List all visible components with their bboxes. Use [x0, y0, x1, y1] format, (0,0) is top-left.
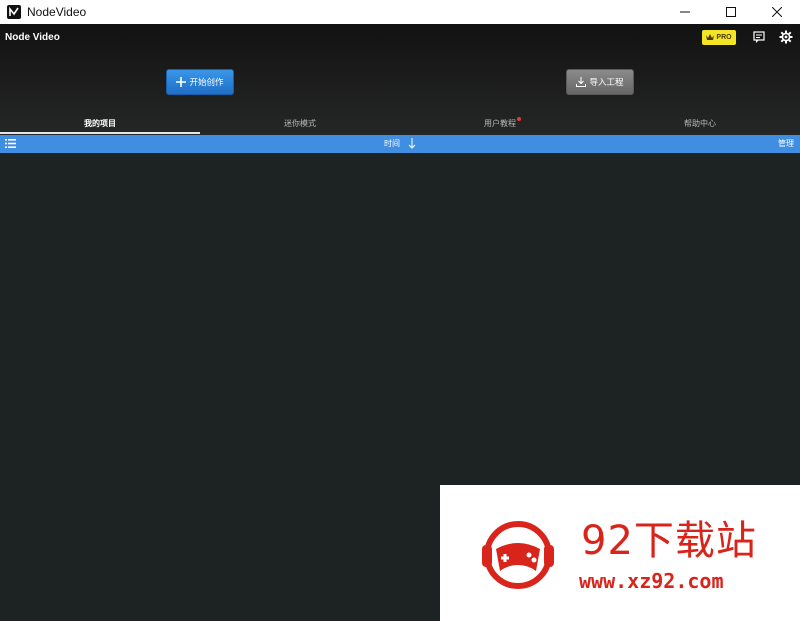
pro-button[interactable]: PRO — [702, 30, 736, 45]
tab-help-center-label: 帮助中心 — [684, 118, 716, 128]
app-logo-icon — [7, 5, 21, 19]
window-title: NodeVideo — [27, 5, 87, 19]
watermark-title: 92下载站 — [581, 518, 757, 564]
watermark-url: www.xz92.com — [579, 569, 724, 593]
import-project-label: 导入工程 — [589, 78, 624, 88]
tab-user-tutorial-label: 用户教程 — [484, 118, 516, 128]
tab-my-projects-label: 我的项目 — [84, 118, 116, 128]
tab-mini-mode-label: 迷你模式 — [284, 118, 316, 128]
manage-button[interactable]: 管理 — [778, 138, 794, 149]
minimize-icon — [680, 11, 690, 13]
maximize-icon — [726, 7, 736, 17]
pro-label: PRO — [716, 34, 732, 41]
sort-by-time[interactable]: 时间 — [384, 138, 400, 149]
tab-help-center[interactable]: 帮助中心 — [600, 112, 800, 134]
new-badge-dot — [517, 117, 521, 121]
minimize-button[interactable] — [662, 0, 708, 24]
gamepad-logo-icon — [482, 521, 554, 589]
import-project-button[interactable]: 导入工程 — [566, 69, 634, 95]
start-creating-button[interactable]: 开始创作 — [166, 69, 234, 95]
project-list-toolbar: 时间 管理 — [0, 135, 800, 153]
maximize-button[interactable] — [708, 0, 754, 24]
close-button[interactable] — [754, 0, 800, 24]
main-tabs: 我的项目 迷你模式 用户教程 帮助中心 — [0, 112, 800, 134]
settings-gear-icon[interactable] — [779, 30, 793, 44]
list-view-icon[interactable] — [5, 139, 16, 148]
plus-icon — [176, 77, 187, 87]
app-header: Node Video PRO 开始创作 导入工程 我的项目 迷你模式 用户教程 … — [0, 24, 800, 135]
close-icon — [772, 7, 782, 17]
pro-crown-icon — [706, 34, 715, 40]
start-creating-label: 开始创作 — [189, 78, 224, 88]
sort-down-arrow-icon[interactable] — [408, 138, 416, 149]
title-bar[interactable]: NodeVideo — [0, 0, 800, 24]
tab-user-tutorial[interactable]: 用户教程 — [400, 112, 600, 134]
brand-title: Node Video — [5, 32, 60, 43]
tab-my-projects[interactable]: 我的项目 — [0, 112, 200, 134]
tab-mini-mode[interactable]: 迷你模式 — [200, 112, 400, 134]
download-icon — [576, 77, 587, 87]
watermark-overlay: 92下载站 www.xz92.com — [440, 485, 800, 621]
app-window: NodeVideo Node Video PRO 开始创作 导入工程 我的项目 … — [0, 0, 800, 621]
feedback-icon[interactable] — [752, 30, 766, 44]
